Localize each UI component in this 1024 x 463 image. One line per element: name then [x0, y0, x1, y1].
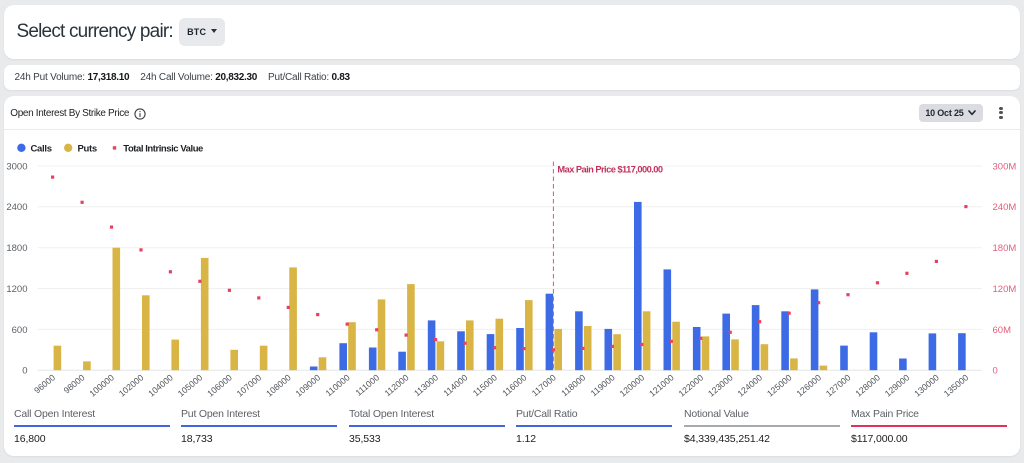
svg-text:96000: 96000 — [32, 372, 57, 395]
svg-text:130000: 130000 — [912, 372, 941, 398]
svg-text:107000: 107000 — [235, 372, 264, 398]
svg-text:114000: 114000 — [441, 372, 469, 398]
svg-text:124000: 124000 — [735, 372, 764, 398]
svg-text:109000: 109000 — [294, 372, 323, 398]
svg-text:125000: 125000 — [765, 372, 794, 398]
svg-text:600: 600 — [12, 325, 28, 336]
svg-text:106000: 106000 — [205, 372, 234, 398]
svg-text:Calls: Calls — [31, 143, 52, 154]
svg-text:120M: 120M — [993, 284, 1017, 295]
svg-text:122000: 122000 — [677, 372, 706, 398]
svg-text:115000: 115000 — [471, 372, 499, 398]
svg-text:116000: 116000 — [500, 372, 528, 398]
svg-text:126000: 126000 — [794, 372, 823, 398]
svg-text:Puts: Puts — [78, 143, 97, 154]
svg-text:180M: 180M — [993, 243, 1017, 254]
svg-text:0: 0 — [993, 366, 998, 377]
svg-text:2400: 2400 — [6, 202, 27, 213]
svg-text:60M: 60M — [993, 325, 1012, 336]
svg-text:0: 0 — [22, 366, 27, 377]
svg-text:127000: 127000 — [824, 372, 853, 398]
svg-text:112000: 112000 — [382, 372, 410, 398]
svg-text:135000: 135000 — [942, 372, 971, 398]
svg-text:3000: 3000 — [6, 161, 27, 172]
svg-text:Total Intrinsic Value: Total Intrinsic Value — [123, 143, 203, 154]
svg-text:104000: 104000 — [146, 372, 175, 398]
svg-text:300M: 300M — [993, 161, 1017, 172]
svg-text:98000: 98000 — [62, 372, 87, 395]
svg-text:1200: 1200 — [6, 284, 27, 295]
svg-text:118000: 118000 — [559, 372, 587, 398]
svg-text:108000: 108000 — [264, 372, 293, 398]
svg-text:111000: 111000 — [354, 372, 382, 398]
svg-text:113000: 113000 — [412, 372, 440, 398]
svg-text:120000: 120000 — [618, 372, 647, 398]
svg-text:100000: 100000 — [87, 372, 116, 398]
svg-text:119000: 119000 — [589, 372, 617, 398]
svg-text:Max Pain Price $117,000.00: Max Pain Price $117,000.00 — [557, 164, 662, 174]
svg-text:121000: 121000 — [647, 372, 676, 398]
svg-text:128000: 128000 — [853, 372, 882, 398]
svg-text:123000: 123000 — [706, 372, 735, 398]
svg-text:129000: 129000 — [883, 372, 912, 398]
svg-text:117000: 117000 — [530, 372, 558, 398]
svg-text:105000: 105000 — [176, 372, 205, 398]
svg-text:110000: 110000 — [324, 372, 352, 398]
svg-text:102000: 102000 — [117, 372, 146, 398]
svg-text:240M: 240M — [993, 202, 1017, 213]
svg-text:1800: 1800 — [6, 243, 27, 254]
